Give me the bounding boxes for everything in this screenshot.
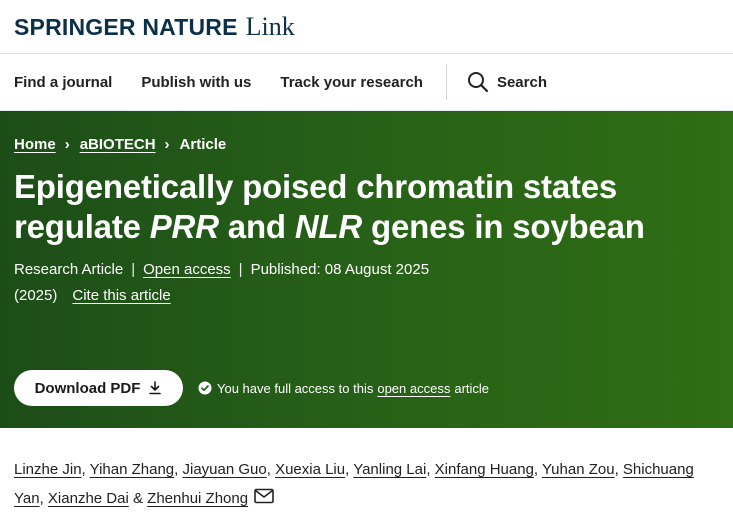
meta-separator: | [238,261,243,278]
access-prefix: You have full access to this [217,380,374,396]
author-link[interactable]: Yihan Zhang [90,461,175,478]
article-title: Epigenetically poised chromatin states r… [14,168,645,245]
author-link[interactable]: Jiayuan Guo [182,461,266,478]
logo-sub: Link [245,11,295,41]
breadcrumb-home[interactable]: Home [14,136,56,153]
author-link[interactable]: Yanling Lai [353,461,426,478]
article-type: Research Article [14,261,124,278]
published-date: Published: 08 August 2025 [250,261,430,278]
chevron-right-icon: › [64,136,70,153]
access-suffix: article [454,380,490,396]
breadcrumb: Home › aBIOTECH › Article [14,136,719,153]
author-link-corresponding[interactable]: Zhenhui Zhong [147,490,248,507]
chevron-right-icon: › [164,136,170,153]
open-access-link[interactable]: Open access [143,261,231,278]
meta-separator: | [131,261,136,278]
article-meta: Research Article | Open access | Publish… [14,261,719,278]
breadcrumb-current: Article [179,136,227,153]
check-circle-icon [198,381,212,395]
search-icon [467,72,489,93]
main-nav: Find a journal Publish with us Track you… [0,54,733,111]
author-link[interactable]: Yuhan Zou [542,461,615,478]
nav-publish[interactable]: Publish with us [141,74,251,91]
author-ampersand: & [132,490,143,507]
site-header: SPRINGER NATURE Link [0,0,733,54]
article-actions: Download PDF You have full access to thi… [14,370,489,406]
mail-icon[interactable] [254,485,274,514]
search-label: Search [496,73,547,91]
search-button[interactable]: Search [467,71,547,93]
logo-brand: SPRINGER NATURE [14,13,238,40]
access-notice: You have full access to this open access… [198,381,489,396]
cite-article-link[interactable]: Cite this article [72,287,170,304]
springer-link-logo[interactable]: SPRINGER NATURE Link [14,12,295,42]
author-link[interactable]: Xianzhe Dai [48,490,129,507]
author-link[interactable]: Linzhe Jin [14,461,82,478]
author-link[interactable]: Xinfang Huang [435,461,534,478]
author-link[interactable]: Xuexia Liu [275,461,345,478]
access-open-access-link[interactable]: open access [377,381,450,396]
download-pdf-button[interactable]: Download PDF [14,370,183,406]
nav-find-journal[interactable]: Find a journal [14,74,112,91]
breadcrumb-journal[interactable]: aBIOTECH [80,136,156,153]
author-list: Linzhe Jin, Yihan Zhang, Jiayuan Guo, Xu… [14,455,724,514]
download-icon [149,381,162,395]
article-meta-2: (2025) Cite this article [14,287,719,304]
article-hero: Home › aBIOTECH › Article Epigenetically… [0,111,733,428]
download-pdf-label: Download PDF [34,379,141,397]
article-year: (2025) [14,287,58,304]
nav-divider [445,64,447,100]
nav-track-research[interactable]: Track your research [280,74,423,91]
